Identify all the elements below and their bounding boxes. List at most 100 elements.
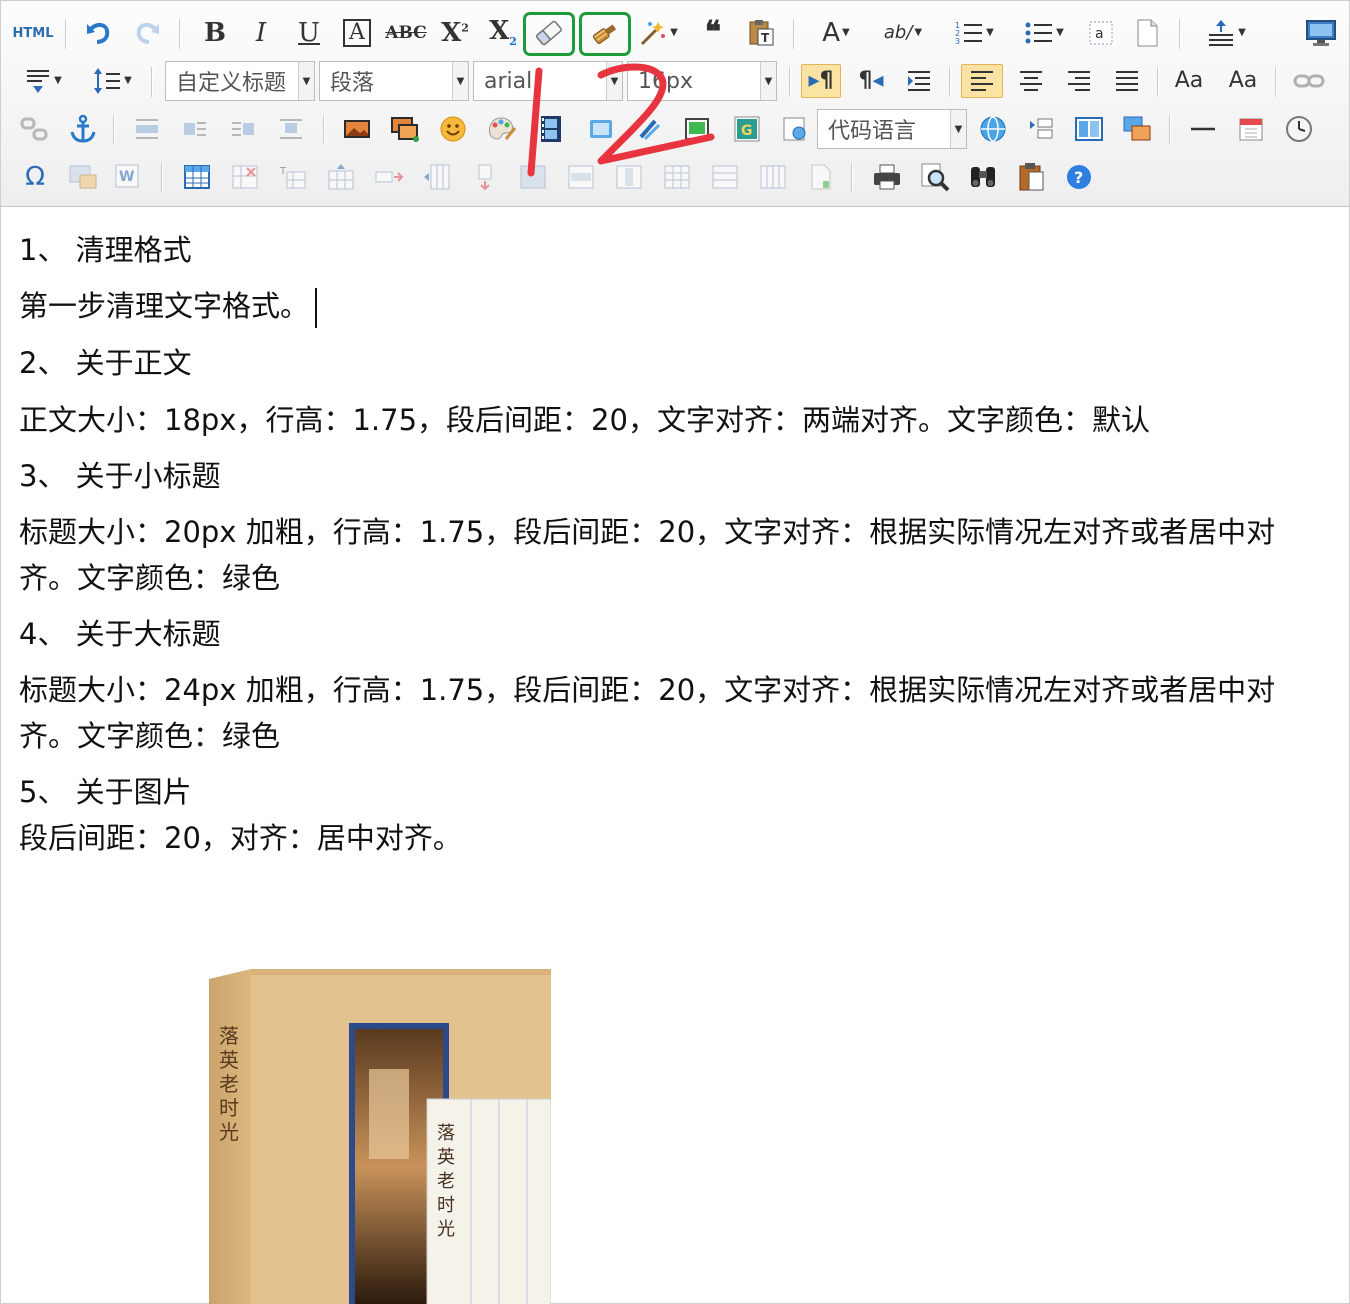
align-justify-icon — [1116, 71, 1138, 91]
split-to-cells-button[interactable] — [657, 160, 697, 194]
word-import-button[interactable]: W — [109, 160, 149, 194]
undo-button[interactable] — [81, 16, 117, 50]
paragraph-4: 标题大小：24px 加粗，行高：1.75，段后间距：20，文字对齐：根据实际情况… — [19, 673, 1276, 753]
music-button[interactable] — [581, 112, 621, 146]
insert-frame-button[interactable] — [677, 112, 717, 146]
ltr-direction-button[interactable]: ▸¶ — [801, 64, 841, 98]
insert-row-button[interactable] — [321, 160, 361, 194]
merge-down-icon — [616, 165, 642, 189]
bold-button[interactable]: B — [197, 16, 233, 50]
clock-icon — [1286, 116, 1312, 142]
horizontal-rule-button[interactable] — [1183, 112, 1223, 146]
insert-col-button[interactable] — [417, 160, 457, 194]
google-map-button[interactable]: G — [727, 112, 767, 146]
charts-button[interactable] — [801, 160, 841, 194]
italic-button[interactable]: I — [243, 16, 279, 50]
delete-table-icon — [232, 165, 258, 189]
paragraph-spacing-after-button[interactable]: ▼ — [15, 64, 71, 98]
template-button[interactable] — [1021, 112, 1061, 146]
clipboard-icon — [1019, 163, 1044, 191]
unlink-button[interactable] — [15, 112, 55, 146]
text-box-button[interactable]: a — [1083, 16, 1119, 50]
insert-date-button[interactable] — [1231, 112, 1271, 146]
page-break-button[interactable] — [973, 112, 1013, 146]
merge-right-icon — [568, 165, 594, 189]
insert-code-button[interactable] — [775, 112, 815, 146]
snap-screen-button[interactable] — [63, 160, 103, 194]
paragraph-format-value: 段落 — [330, 71, 375, 96]
delete-column-icon — [478, 164, 492, 191]
delete-col-button[interactable] — [465, 160, 505, 194]
to-uppercase-button[interactable]: Aa — [1169, 64, 1209, 98]
row-spacing-button[interactable]: ▼ — [83, 64, 141, 98]
document-icon — [1137, 19, 1158, 47]
simple-upload-button[interactable] — [337, 112, 377, 146]
align-left-button[interactable] — [961, 64, 1003, 98]
align-justify-button[interactable] — [1107, 64, 1147, 98]
background-color-button[interactable]: ab/▼ — [873, 16, 933, 50]
link-button[interactable] — [1289, 64, 1329, 98]
rtl-direction-button[interactable]: ¶◂ — [851, 64, 891, 98]
drafts-button[interactable] — [1011, 160, 1051, 194]
code-language-select[interactable]: 代码语言 ▼ — [817, 109, 967, 149]
image-right-button[interactable] — [223, 112, 263, 146]
blockquote-button[interactable]: ❝ — [695, 16, 731, 50]
new-document-button[interactable] — [1129, 16, 1165, 50]
insert-video-button[interactable] — [531, 112, 571, 146]
insert-time-button[interactable] — [1279, 112, 1319, 146]
html-source-button[interactable]: HTML — [11, 16, 55, 50]
indent-button[interactable] — [899, 64, 939, 98]
code-page-icon — [783, 117, 806, 141]
scrawl-button[interactable] — [481, 112, 521, 146]
redo-button[interactable] — [129, 16, 165, 50]
delete-table-button[interactable] — [225, 160, 265, 194]
to-lowercase-button[interactable]: Aa — [1223, 64, 1263, 98]
subscript-button[interactable]: X2 — [483, 16, 523, 50]
anchor-button[interactable] — [63, 112, 103, 146]
custom-heading-select[interactable]: 自定义标题 ▼ — [165, 61, 315, 101]
ordered-list-button[interactable]: 1 2 3 ▼ — [945, 16, 1003, 50]
help-button[interactable]: ? — [1059, 160, 1099, 194]
split-columns-icon — [760, 165, 786, 189]
svg-text:G: G — [741, 123, 753, 139]
book-cover-image[interactable]: 落英老时光 落英老时光 — [209, 969, 552, 1304]
align-center-button[interactable] — [1011, 64, 1051, 98]
merge-cells-button[interactable] — [513, 160, 553, 194]
font-border-button[interactable]: A — [339, 16, 375, 50]
underline-button[interactable]: U — [291, 16, 327, 50]
split-to-cols-button[interactable] — [753, 160, 793, 194]
word-image-button[interactable] — [1117, 112, 1157, 146]
search-replace-button[interactable] — [963, 160, 1003, 194]
print-preview-button[interactable] — [915, 160, 955, 194]
superscript-button[interactable]: X2 — [435, 16, 475, 50]
line-spacing-button[interactable]: ▼ — [1197, 16, 1255, 50]
insert-image-button[interactable] — [385, 112, 425, 146]
merge-down-button[interactable] — [609, 160, 649, 194]
font-family-select[interactable]: arial ▼ — [473, 61, 623, 101]
split-to-rows-button[interactable] — [705, 160, 745, 194]
print-button[interactable] — [867, 160, 907, 194]
dropdown-arrow-icon: ▼ — [54, 75, 62, 86]
background-button[interactable] — [1069, 112, 1109, 146]
image-left-button[interactable] — [175, 112, 215, 146]
unordered-list-button[interactable]: ▼ — [1015, 16, 1073, 50]
image-none-button[interactable] — [127, 112, 167, 146]
paste-plain-button[interactable]: T — [743, 16, 779, 50]
image-center-button[interactable] — [271, 112, 311, 146]
emotion-button[interactable] — [433, 112, 473, 146]
delete-row-button[interactable] — [369, 160, 409, 194]
strikethrough-button[interactable]: ABC — [385, 16, 426, 50]
font-size-select[interactable]: 16px ▼ — [627, 61, 777, 101]
paragraph-format-select[interactable]: 段落 ▼ — [319, 61, 469, 101]
special-chars-button[interactable]: Ω — [15, 160, 55, 194]
globe-icon — [980, 116, 1006, 142]
auto-typeset-button[interactable]: ▼ — [633, 16, 683, 50]
merge-right-button[interactable] — [561, 160, 601, 194]
insert-paragraph-before-table-button[interactable]: T — [273, 160, 313, 194]
align-right-button[interactable] — [1059, 64, 1099, 98]
underline-icon: U — [298, 18, 320, 48]
font-color-button[interactable]: A ▼ — [809, 16, 863, 50]
insert-table-button[interactable] — [177, 160, 217, 194]
attachment-button[interactable] — [629, 112, 669, 146]
preview-button[interactable] — [1301, 16, 1341, 50]
